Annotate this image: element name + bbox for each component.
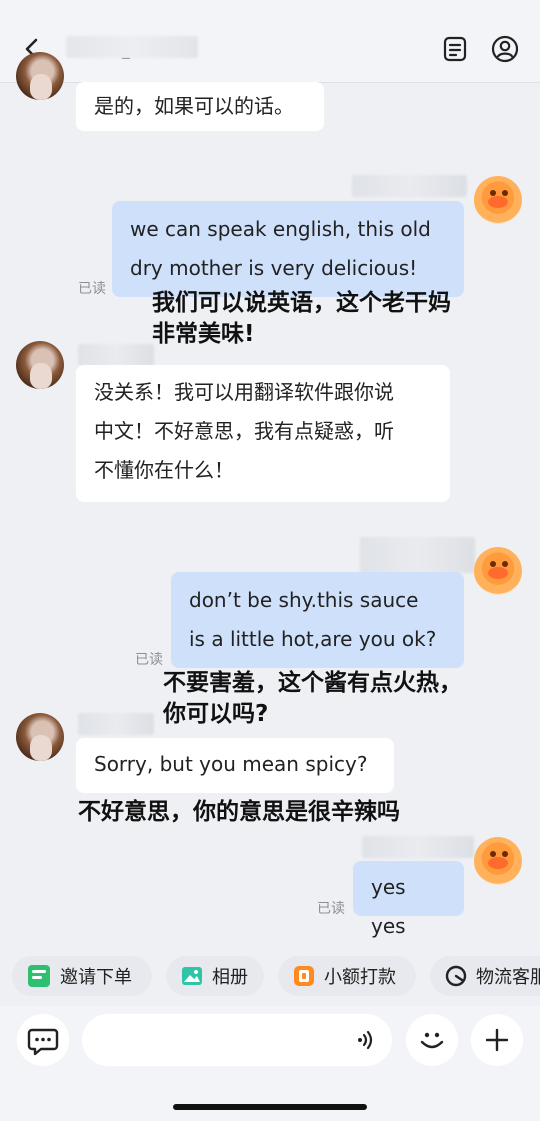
overlay-line: 非常美味! [152, 321, 255, 347]
sender-name-blurred [352, 175, 467, 197]
message-text-line: yes yes [371, 875, 406, 938]
voice-icon[interactable] [354, 1028, 378, 1052]
message-input[interactable] [82, 1014, 392, 1066]
read-status: 已读 [135, 652, 163, 668]
message-bubble-incoming[interactable]: 没关系！我可以用翻译软件跟你说 中文！不好意思，我有点疑惑，听 不懂你在什么！ [76, 365, 450, 502]
quick-actions-bar: 邀请下单 相册 小额打款 物流客服 [0, 946, 540, 1006]
message-text-line: dry mother is very delicious! [130, 256, 418, 280]
message-text-line: don’t be shy.this sauce [189, 588, 419, 612]
translation-overlay: 不要害羞，这个酱有点火热， 你可以吗? [163, 668, 462, 730]
read-status: 已读 [317, 901, 345, 917]
document-list-icon[interactable] [440, 34, 470, 64]
chip-small-payment[interactable]: 小额打款 [278, 956, 416, 996]
my-avatar[interactable] [474, 176, 522, 224]
message-text-line: 没关系！我可以用翻译软件跟你说 [94, 380, 394, 404]
contact-name-blurred [66, 36, 198, 58]
plus-icon [485, 1028, 509, 1052]
payment-coin-icon [294, 966, 314, 986]
overlay-line: 不好意思，你的意思是很辛辣吗 [78, 799, 400, 825]
message-text-line: 是的，如果可以的话。 [94, 94, 294, 118]
translation-overlay: 不好意思，你的意思是很辛辣吗 [78, 797, 400, 828]
chip-label: 邀请下单 [60, 967, 132, 988]
chat-bubble-icon [27, 1028, 59, 1056]
message-bubble-incoming[interactable]: 是的，如果可以的话。 [76, 82, 324, 131]
more-button[interactable] [471, 1014, 523, 1066]
smiley-icon [420, 1032, 444, 1049]
sender-name-blurred [78, 713, 154, 735]
user-circle-icon[interactable] [490, 34, 520, 64]
chip-invite-order[interactable]: 邀请下单 [12, 956, 152, 996]
contact-avatar[interactable] [16, 713, 64, 761]
message-bubble-outgoing[interactable]: don’t be shy.this sauce is a little hot,… [171, 572, 464, 668]
headset-icon [445, 965, 467, 987]
chat-menu-button[interactable] [17, 1014, 69, 1066]
contact-avatar[interactable] [16, 52, 64, 100]
chip-label: 物流客服 [476, 967, 540, 988]
message-text-line: 中文！不好意思，我有点疑惑，听 [94, 419, 394, 443]
overlay-line: 我们可以说英语，这个老干妈 [152, 290, 451, 316]
message-bubble-outgoing[interactable]: we can speak english, this old dry mothe… [112, 201, 464, 297]
contact-name-suffix: _ [122, 40, 130, 59]
chip-logistics-service[interactable]: 物流客服 [430, 956, 540, 996]
my-avatar[interactable] [474, 547, 522, 595]
message-bubble-outgoing[interactable]: yes yes [353, 861, 464, 938]
sender-name-blurred [78, 344, 154, 366]
message-text-line: is a little hot,are you ok? [189, 627, 437, 651]
message-bubble-incoming[interactable]: Sorry, but you mean spicy? [76, 738, 394, 793]
sender-name-blurred [362, 836, 474, 858]
message-text-line: we can speak english, this old [130, 217, 431, 241]
message-text-line: 不懂你在什么！ [94, 458, 234, 482]
chip-album[interactable]: 相册 [166, 956, 264, 996]
sender-name-blurred [360, 537, 475, 573]
image-icon [182, 967, 202, 985]
message-text-line: Sorry, but you mean spicy? [94, 752, 368, 776]
chat-header: _ [0, 0, 540, 83]
overlay-line: 你可以吗? [163, 701, 269, 727]
overlay-line: 不要害羞，这个酱有点火热， [163, 670, 462, 696]
my-avatar[interactable] [474, 837, 522, 885]
chip-label: 小额打款 [324, 967, 396, 988]
chip-label: 相册 [212, 967, 248, 988]
home-indicator[interactable] [173, 1104, 367, 1110]
contact-avatar[interactable] [16, 341, 64, 389]
order-form-icon [28, 965, 50, 987]
translation-overlay: 我们可以说英语，这个老干妈 非常美味! [152, 288, 451, 350]
read-status: 已读 [78, 281, 106, 297]
emoji-button[interactable] [406, 1014, 458, 1066]
